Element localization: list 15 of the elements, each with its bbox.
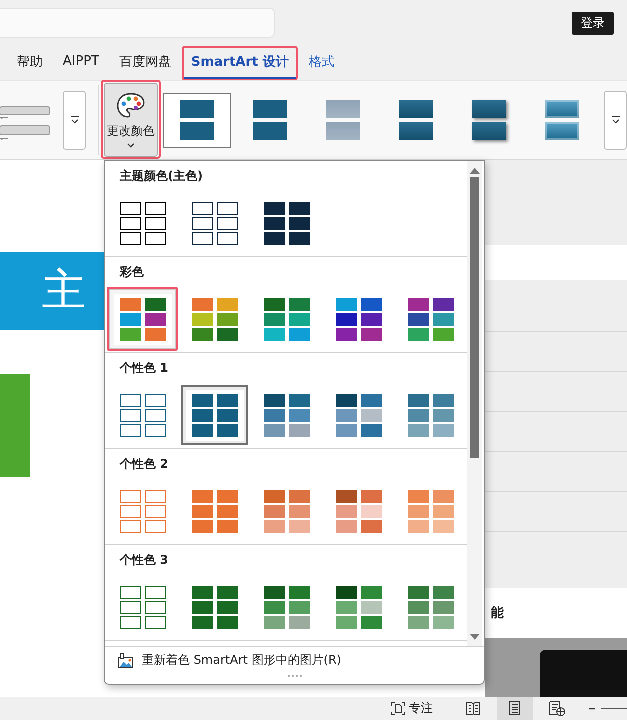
- section-heading: 个性色 1: [120, 360, 170, 377]
- section-heading: 个性色 3: [120, 552, 170, 569]
- ribbon-tab[interactable]: 百度网盘: [112, 48, 178, 78]
- banner-text: 主: [42, 269, 86, 313]
- section-heading: 彩色: [120, 264, 145, 281]
- recolor-pictures-item[interactable]: 重新着色 SmartArt 图形中的图片(R): [105, 646, 484, 674]
- section-heading: 主题颜色(主色): [120, 168, 204, 185]
- panel-heading: 能: [491, 605, 504, 622]
- change-colors-button[interactable]: 更改颜色: [104, 83, 158, 157]
- login-button[interactable]: 登录: [572, 12, 614, 34]
- ribbon-tab[interactable]: AIPPT: [56, 49, 106, 77]
- ribbon-tab[interactable]: 帮助: [10, 48, 50, 78]
- section-heading: 个性色 2: [120, 456, 170, 473]
- ribbon-tab[interactable]: 格式: [302, 48, 342, 78]
- focus-button[interactable]: 专注: [391, 700, 433, 717]
